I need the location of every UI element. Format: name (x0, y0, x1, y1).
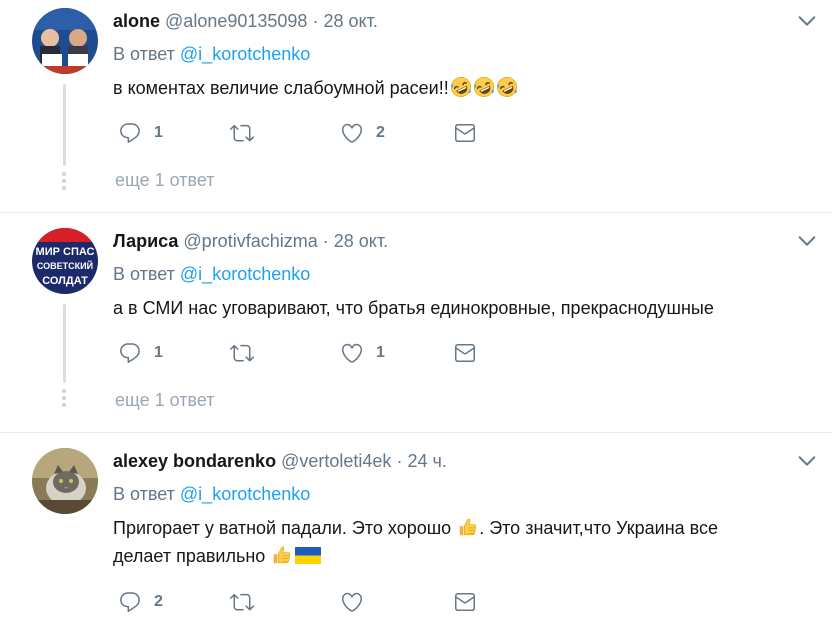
chevron-down-icon[interactable] (796, 450, 818, 472)
rofl-emoji-icon (473, 76, 495, 98)
rofl-emoji-icon (450, 76, 472, 98)
retweet-icon (230, 341, 254, 365)
reply-button[interactable]: 2 (118, 587, 163, 617)
tweet-text-content: а в СМИ нас уговаривают, что братья един… (113, 298, 714, 318)
tweet-actions: 1 2 (118, 118, 518, 148)
like-button[interactable]: 1 (340, 338, 385, 368)
tweet-actions: 1 1 (118, 338, 518, 368)
mail-icon (453, 341, 477, 365)
direct-message-button[interactable] (453, 338, 477, 368)
reply-button[interactable]: 1 (118, 338, 163, 368)
retweet-button[interactable] (230, 587, 266, 617)
heart-icon (340, 590, 364, 614)
avatar[interactable] (32, 448, 98, 514)
rofl-emoji-icon (496, 76, 518, 98)
retweet-icon (230, 590, 254, 614)
tweet-text-line-1: Пригорает у ватной падали. Это хорошо (113, 518, 452, 538)
reply-prefix: В ответ (113, 484, 175, 504)
ukraine-flag-icon (295, 547, 322, 564)
chevron-down-icon[interactable] (796, 10, 818, 32)
tweet-text-line-2: делает правильно (113, 546, 266, 566)
separator: · (312, 11, 319, 31)
thread-line (63, 304, 66, 383)
thread-dots (62, 389, 67, 410)
mail-icon (453, 590, 477, 614)
timestamp[interactable]: 28 окт. (334, 231, 388, 251)
mail-icon (453, 121, 477, 145)
timestamp[interactable]: 28 окт. (323, 11, 377, 31)
heart-icon (340, 121, 364, 145)
author-handle[interactable]: @alone90135098 (165, 11, 307, 31)
reply-context: В ответ @i_korotchenko (113, 44, 310, 65)
author-name[interactable]: Лариса (113, 231, 178, 251)
reply-prefix: В ответ (113, 44, 175, 64)
tweet-actions: 2 (118, 587, 518, 617)
tweet-header: alone @alone90135098 · 28 окт. (113, 10, 378, 32)
reply-count: 1 (154, 344, 163, 361)
tweet-text: а в СМИ нас уговаривают, что братья един… (113, 294, 793, 322)
thread-dots (62, 172, 67, 193)
tweet-text-line-1-continued: . Это значит,что Украина все (479, 518, 719, 538)
tweet-text: в коментах величие слабоумной расеи!! (113, 74, 793, 102)
reply-mention[interactable]: @i_korotchenko (180, 264, 310, 284)
retweet-icon (230, 121, 254, 145)
like-count: 2 (376, 124, 385, 141)
reply-button[interactable]: 1 (118, 118, 163, 148)
chevron-down-icon[interactable] (796, 230, 818, 252)
like-button[interactable]: 2 (340, 118, 385, 148)
show-more-replies-link[interactable]: еще 1 ответ (115, 390, 215, 411)
author-name[interactable]: alone (113, 11, 160, 31)
thumbs-up-emoji-icon (457, 516, 479, 538)
show-more-replies-link[interactable]: еще 1 ответ (115, 170, 215, 191)
author-name[interactable]: alexey bondarenko (113, 451, 276, 471)
retweet-button[interactable] (230, 118, 266, 148)
reply-context: В ответ @i_korotchenko (113, 484, 310, 505)
tweet-2[interactable]: МИР СПАС СОВЕТСКИЙ СОЛДАТ Лариса @protiv… (0, 213, 832, 432)
separator: · (322, 231, 329, 251)
reply-icon (118, 590, 142, 614)
reply-count: 2 (154, 593, 163, 610)
separator: · (396, 451, 403, 471)
tweet-text-content: в коментах величие слабоумной расеи!! (113, 78, 449, 98)
like-count: 1 (376, 344, 385, 361)
avatar-text-line-3: СОЛДАТ (42, 275, 88, 287)
reply-icon (118, 341, 142, 365)
reply-mention[interactable]: @i_korotchenko (180, 44, 310, 64)
retweet-button[interactable] (230, 338, 266, 368)
direct-message-button[interactable] (453, 587, 477, 617)
reply-mention[interactable]: @i_korotchenko (180, 484, 310, 504)
avatar-text-line-2: СОВЕТСКИЙ (37, 260, 93, 271)
tweet-1[interactable]: alone @alone90135098 · 28 окт. В ответ @… (0, 0, 832, 212)
author-handle[interactable]: @vertoleti4ek (281, 451, 391, 471)
tweet-header: alexey bondarenko @vertoleti4ek · 24 ч. (113, 450, 447, 472)
thread-line (63, 84, 66, 166)
reply-icon (118, 121, 142, 145)
tweet-feed: alone @alone90135098 · 28 окт. В ответ @… (0, 0, 832, 626)
tweet-3[interactable]: alexey bondarenko @vertoleti4ek · 24 ч. … (0, 433, 832, 626)
avatar-text-line-1: МИР СПАС (36, 246, 95, 258)
author-handle[interactable]: @protivfachizma (183, 231, 317, 251)
direct-message-button[interactable] (453, 118, 477, 148)
tweet-header: Лариса @protivfachizma · 28 окт. (113, 230, 388, 252)
tweet-text: Пригорает у ватной падали. Это хорошо . Э… (113, 514, 793, 570)
heart-icon (340, 341, 364, 365)
reply-count: 1 (154, 124, 163, 141)
reply-context: В ответ @i_korotchenko (113, 264, 310, 285)
avatar[interactable] (32, 8, 98, 74)
like-button[interactable] (340, 587, 376, 617)
timestamp[interactable]: 24 ч. (407, 451, 446, 471)
avatar[interactable]: МИР СПАС СОВЕТСКИЙ СОЛДАТ (32, 228, 98, 294)
thumbs-up-emoji-icon (271, 544, 293, 566)
reply-prefix: В ответ (113, 264, 175, 284)
